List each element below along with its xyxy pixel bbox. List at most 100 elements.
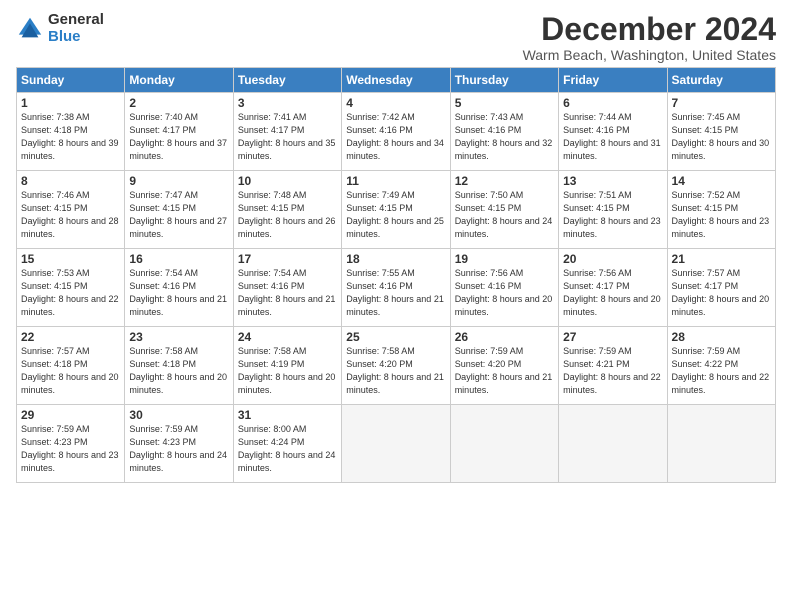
day-info: Sunrise: 7:43 AMSunset: 4:16 PMDaylight:…	[455, 111, 554, 163]
table-row: 24Sunrise: 7:58 AMSunset: 4:19 PMDayligh…	[233, 327, 341, 405]
day-number: 22	[21, 330, 120, 344]
day-info: Sunrise: 7:44 AMSunset: 4:16 PMDaylight:…	[563, 111, 662, 163]
day-number: 18	[346, 252, 445, 266]
day-info: Sunrise: 7:59 AMSunset: 4:21 PMDaylight:…	[563, 345, 662, 397]
calendar-title: December 2024	[523, 12, 776, 47]
table-row: 26Sunrise: 7:59 AMSunset: 4:20 PMDayligh…	[450, 327, 558, 405]
day-info: Sunrise: 7:57 AMSunset: 4:17 PMDaylight:…	[672, 267, 771, 319]
logo-general: General	[48, 12, 104, 29]
calendar-table: Sunday Monday Tuesday Wednesday Thursday…	[16, 67, 776, 483]
day-number: 28	[672, 330, 771, 344]
table-row: 3Sunrise: 7:41 AMSunset: 4:17 PMDaylight…	[233, 93, 341, 171]
calendar-week-row: 15Sunrise: 7:53 AMSunset: 4:15 PMDayligh…	[17, 249, 776, 327]
day-info: Sunrise: 7:45 AMSunset: 4:15 PMDaylight:…	[672, 111, 771, 163]
day-info: Sunrise: 7:58 AMSunset: 4:18 PMDaylight:…	[129, 345, 228, 397]
table-row: 21Sunrise: 7:57 AMSunset: 4:17 PMDayligh…	[667, 249, 775, 327]
day-number: 5	[455, 96, 554, 110]
table-row	[559, 405, 667, 483]
day-number: 21	[672, 252, 771, 266]
day-number: 7	[672, 96, 771, 110]
day-info: Sunrise: 7:54 AMSunset: 4:16 PMDaylight:…	[238, 267, 337, 319]
table-row: 19Sunrise: 7:56 AMSunset: 4:16 PMDayligh…	[450, 249, 558, 327]
day-info: Sunrise: 7:40 AMSunset: 4:17 PMDaylight:…	[129, 111, 228, 163]
table-row: 13Sunrise: 7:51 AMSunset: 4:15 PMDayligh…	[559, 171, 667, 249]
logo-text: General Blue	[48, 12, 104, 45]
table-row: 15Sunrise: 7:53 AMSunset: 4:15 PMDayligh…	[17, 249, 125, 327]
logo: General Blue	[16, 12, 104, 45]
calendar-week-row: 29Sunrise: 7:59 AMSunset: 4:23 PMDayligh…	[17, 405, 776, 483]
day-info: Sunrise: 7:57 AMSunset: 4:18 PMDaylight:…	[21, 345, 120, 397]
day-number: 3	[238, 96, 337, 110]
day-number: 17	[238, 252, 337, 266]
day-info: Sunrise: 7:55 AMSunset: 4:16 PMDaylight:…	[346, 267, 445, 319]
day-info: Sunrise: 7:53 AMSunset: 4:15 PMDaylight:…	[21, 267, 120, 319]
table-row: 25Sunrise: 7:58 AMSunset: 4:20 PMDayligh…	[342, 327, 450, 405]
day-number: 20	[563, 252, 662, 266]
table-row	[450, 405, 558, 483]
table-row: 31Sunrise: 8:00 AMSunset: 4:24 PMDayligh…	[233, 405, 341, 483]
day-info: Sunrise: 7:41 AMSunset: 4:17 PMDaylight:…	[238, 111, 337, 163]
day-info: Sunrise: 7:51 AMSunset: 4:15 PMDaylight:…	[563, 189, 662, 241]
logo-icon	[16, 15, 44, 43]
day-number: 25	[346, 330, 445, 344]
table-row: 5Sunrise: 7:43 AMSunset: 4:16 PMDaylight…	[450, 93, 558, 171]
table-row: 18Sunrise: 7:55 AMSunset: 4:16 PMDayligh…	[342, 249, 450, 327]
header-tuesday: Tuesday	[233, 68, 341, 93]
day-info: Sunrise: 7:59 AMSunset: 4:20 PMDaylight:…	[455, 345, 554, 397]
day-info: Sunrise: 8:00 AMSunset: 4:24 PMDaylight:…	[238, 423, 337, 475]
day-number: 24	[238, 330, 337, 344]
header-thursday: Thursday	[450, 68, 558, 93]
day-number: 30	[129, 408, 228, 422]
table-row: 28Sunrise: 7:59 AMSunset: 4:22 PMDayligh…	[667, 327, 775, 405]
table-row: 29Sunrise: 7:59 AMSunset: 4:23 PMDayligh…	[17, 405, 125, 483]
weekday-header-row: Sunday Monday Tuesday Wednesday Thursday…	[17, 68, 776, 93]
day-info: Sunrise: 7:38 AMSunset: 4:18 PMDaylight:…	[21, 111, 120, 163]
day-number: 1	[21, 96, 120, 110]
day-info: Sunrise: 7:42 AMSunset: 4:16 PMDaylight:…	[346, 111, 445, 163]
day-info: Sunrise: 7:59 AMSunset: 4:23 PMDaylight:…	[129, 423, 228, 475]
day-number: 31	[238, 408, 337, 422]
table-row	[342, 405, 450, 483]
table-row: 11Sunrise: 7:49 AMSunset: 4:15 PMDayligh…	[342, 171, 450, 249]
calendar-subtitle: Warm Beach, Washington, United States	[523, 47, 776, 63]
day-number: 8	[21, 174, 120, 188]
header-sunday: Sunday	[17, 68, 125, 93]
day-number: 19	[455, 252, 554, 266]
table-row: 22Sunrise: 7:57 AMSunset: 4:18 PMDayligh…	[17, 327, 125, 405]
table-row: 9Sunrise: 7:47 AMSunset: 4:15 PMDaylight…	[125, 171, 233, 249]
day-number: 6	[563, 96, 662, 110]
calendar-week-row: 8Sunrise: 7:46 AMSunset: 4:15 PMDaylight…	[17, 171, 776, 249]
table-row: 23Sunrise: 7:58 AMSunset: 4:18 PMDayligh…	[125, 327, 233, 405]
table-row: 4Sunrise: 7:42 AMSunset: 4:16 PMDaylight…	[342, 93, 450, 171]
day-info: Sunrise: 7:48 AMSunset: 4:15 PMDaylight:…	[238, 189, 337, 241]
day-info: Sunrise: 7:59 AMSunset: 4:22 PMDaylight:…	[672, 345, 771, 397]
day-info: Sunrise: 7:59 AMSunset: 4:23 PMDaylight:…	[21, 423, 120, 475]
day-number: 10	[238, 174, 337, 188]
day-info: Sunrise: 7:58 AMSunset: 4:19 PMDaylight:…	[238, 345, 337, 397]
table-row	[667, 405, 775, 483]
table-row: 12Sunrise: 7:50 AMSunset: 4:15 PMDayligh…	[450, 171, 558, 249]
calendar-container: General Blue December 2024 Warm Beach, W…	[0, 0, 792, 491]
day-info: Sunrise: 7:54 AMSunset: 4:16 PMDaylight:…	[129, 267, 228, 319]
day-number: 23	[129, 330, 228, 344]
day-info: Sunrise: 7:56 AMSunset: 4:16 PMDaylight:…	[455, 267, 554, 319]
day-number: 4	[346, 96, 445, 110]
table-row: 27Sunrise: 7:59 AMSunset: 4:21 PMDayligh…	[559, 327, 667, 405]
day-number: 27	[563, 330, 662, 344]
header-friday: Friday	[559, 68, 667, 93]
day-info: Sunrise: 7:56 AMSunset: 4:17 PMDaylight:…	[563, 267, 662, 319]
title-block: December 2024 Warm Beach, Washington, Un…	[523, 12, 776, 63]
day-number: 16	[129, 252, 228, 266]
table-row: 6Sunrise: 7:44 AMSunset: 4:16 PMDaylight…	[559, 93, 667, 171]
calendar-week-row: 1Sunrise: 7:38 AMSunset: 4:18 PMDaylight…	[17, 93, 776, 171]
table-row: 20Sunrise: 7:56 AMSunset: 4:17 PMDayligh…	[559, 249, 667, 327]
header-wednesday: Wednesday	[342, 68, 450, 93]
table-row: 10Sunrise: 7:48 AMSunset: 4:15 PMDayligh…	[233, 171, 341, 249]
header-saturday: Saturday	[667, 68, 775, 93]
day-number: 2	[129, 96, 228, 110]
day-info: Sunrise: 7:50 AMSunset: 4:15 PMDaylight:…	[455, 189, 554, 241]
table-row: 7Sunrise: 7:45 AMSunset: 4:15 PMDaylight…	[667, 93, 775, 171]
header-monday: Monday	[125, 68, 233, 93]
day-number: 26	[455, 330, 554, 344]
header: General Blue December 2024 Warm Beach, W…	[16, 12, 776, 63]
